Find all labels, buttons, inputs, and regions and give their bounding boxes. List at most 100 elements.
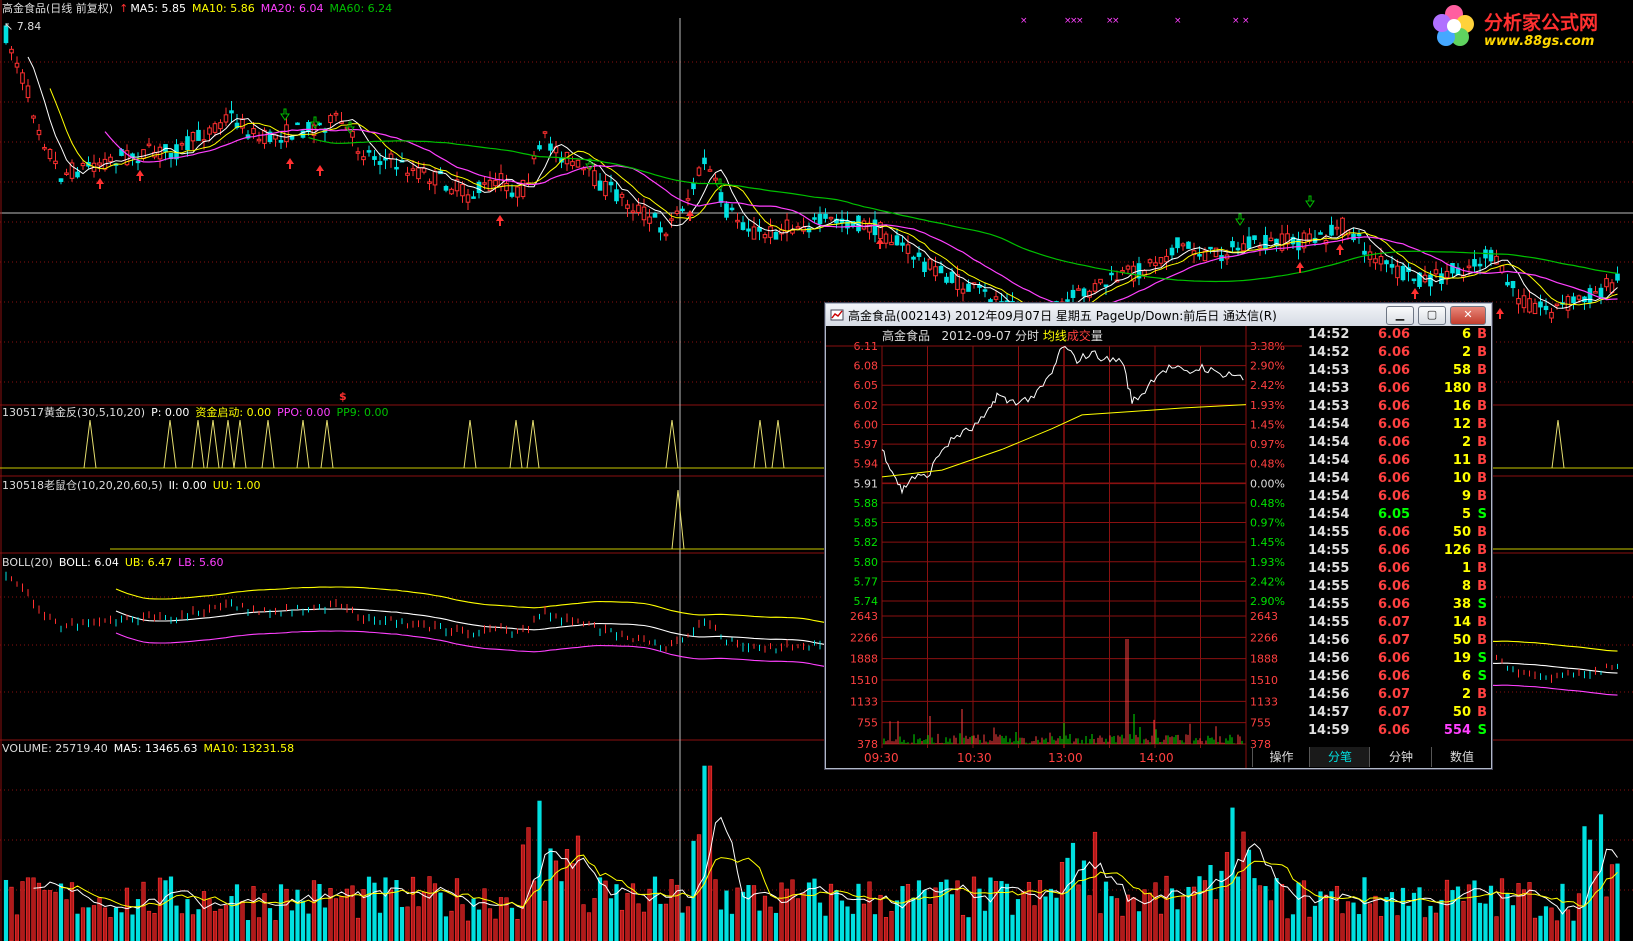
minimize-button[interactable]: ▁	[1386, 306, 1414, 325]
candle-body	[597, 180, 603, 191]
candle-body	[685, 198, 691, 201]
volume-bar	[894, 900, 900, 941]
candle-body	[295, 122, 300, 126]
candle-body	[14, 62, 20, 68]
volume-bar	[163, 880, 168, 941]
volume-bar	[1532, 917, 1538, 941]
price-axis-label: 5.82	[854, 536, 879, 549]
boll-lb: LB: 5.60	[178, 556, 224, 569]
volume-bar	[773, 912, 779, 941]
candle-body	[575, 159, 581, 168]
candle-body	[421, 167, 427, 173]
tick-volume: 9	[1461, 489, 1471, 504]
volume-bar	[911, 897, 916, 941]
intraday-popup-window[interactable]: 高金食品(002143) 2012年09月07日 星期五 PageUp/Down…	[825, 303, 1492, 769]
tick-volume: 10	[1452, 471, 1471, 486]
tab-ticks[interactable]: 分笔	[1309, 747, 1370, 767]
volume-bar	[806, 882, 812, 941]
candle-body	[927, 258, 933, 270]
volume-ma10: MA10: 13231.58	[203, 742, 295, 755]
volume-bar	[1087, 895, 1092, 941]
buy-arrow-icon	[1411, 288, 1419, 299]
candle-body	[889, 241, 894, 246]
volume-bar	[509, 907, 515, 941]
maximize-button[interactable]: ▢	[1418, 306, 1446, 325]
tab-minutes[interactable]: 分钟	[1369, 747, 1432, 767]
volume-bar	[130, 914, 135, 941]
candle-body	[1246, 236, 1252, 249]
candle-body	[135, 160, 141, 164]
volume-bar	[64, 899, 69, 941]
tab-values[interactable]: 数值	[1431, 747, 1492, 767]
volume-bar	[91, 905, 97, 941]
candle-body	[328, 115, 333, 124]
volume-bar	[1169, 888, 1175, 941]
tick-price: 6.06	[1378, 435, 1411, 450]
candle-body	[1389, 264, 1395, 268]
close-button[interactable]: ✕	[1450, 306, 1486, 325]
tab-operate[interactable]: 操作	[1252, 747, 1310, 767]
candle-body	[64, 172, 69, 175]
popup-titlebar[interactable]: 高金食品(002143) 2012年09月07日 星期五 PageUp/Down…	[826, 304, 1491, 326]
tick-price: 6.06	[1378, 327, 1411, 342]
ma10-line	[49, 88, 1618, 316]
candle-body	[1565, 296, 1571, 311]
sell-arrow-icon	[280, 108, 290, 121]
candle-body	[1334, 226, 1340, 230]
volume-bar	[102, 907, 108, 941]
volume-bar	[1114, 898, 1120, 941]
intraday-header: 高金食品 2012-09-07 分时 均线成交量	[882, 327, 1103, 344]
candle-body	[108, 156, 113, 162]
candle-body	[1125, 265, 1131, 270]
candle-body	[449, 188, 454, 195]
candle-body	[36, 129, 42, 136]
candle-body	[509, 192, 515, 197]
candle-body	[922, 261, 927, 273]
volume-bar	[586, 912, 592, 941]
tick-price: 6.06	[1378, 525, 1411, 540]
volume-bar	[168, 876, 174, 941]
volume-bar	[42, 889, 47, 941]
volume-bar	[652, 876, 658, 941]
indicator1-spike	[1551, 419, 1565, 469]
volume-bar	[465, 920, 471, 941]
tick-side: S	[1477, 669, 1487, 684]
candle-body	[1538, 301, 1543, 308]
tick-volume: 50	[1452, 525, 1471, 540]
candle-body	[817, 213, 823, 225]
volume-ma10-line	[60, 854, 1618, 908]
volume-bar	[625, 893, 630, 941]
volume-bar	[949, 894, 955, 941]
volume-bar	[80, 907, 86, 941]
ma5-line	[27, 56, 1618, 318]
candle-body	[1411, 278, 1417, 282]
price-axis-label: 5.97	[854, 438, 879, 451]
flower-logo-icon	[1433, 5, 1474, 46]
tick-time: 14:53	[1308, 399, 1350, 414]
price-axis-label: 6.00	[854, 418, 879, 431]
tick-side: B	[1477, 543, 1487, 558]
volume-bar	[1136, 911, 1142, 941]
intraday-chart[interactable]: 6.11 3.38%6.08 2.90%6.05 2.42%6.02 1.93%6.00…	[826, 326, 1302, 768]
candle-body	[278, 140, 284, 143]
candle-body	[1615, 273, 1620, 281]
x-marker: ×	[1076, 16, 1084, 26]
tick-time: 14:54	[1308, 417, 1350, 432]
buy-arrow-icon	[1296, 262, 1304, 273]
volume-bar	[322, 907, 328, 941]
candle-body	[828, 216, 834, 220]
volume-bar	[1076, 884, 1081, 941]
tick-side: S	[1477, 507, 1487, 522]
volume-bar	[1510, 905, 1516, 941]
tick-side: B	[1477, 489, 1487, 504]
tick-time: 14:54	[1308, 453, 1350, 468]
high-price-label: ↖ 7.84	[4, 20, 42, 33]
tick-row: 14:55 6.06 1 B	[1302, 560, 1491, 578]
candle-body	[350, 130, 355, 138]
candle-body	[256, 138, 262, 142]
tick-volume: 6	[1461, 669, 1471, 684]
candle-body	[1549, 311, 1554, 319]
indicator2-ii: II: 0.00	[168, 479, 207, 492]
ma5-label: MA5: 5.85	[130, 2, 187, 15]
boll-ub: UB: 6.47	[124, 556, 173, 569]
